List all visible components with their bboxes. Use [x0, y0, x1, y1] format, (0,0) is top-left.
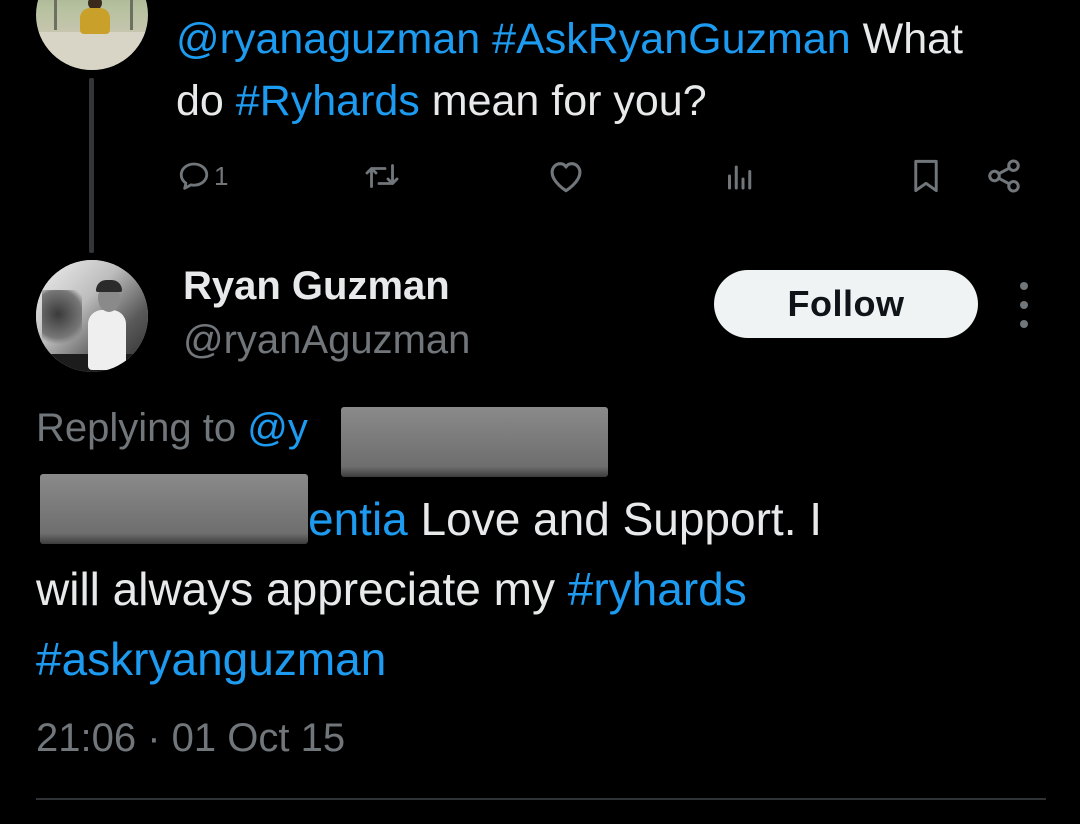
- mention-link[interactable]: @ryanaguzman: [176, 15, 480, 63]
- share-button[interactable]: [984, 150, 1024, 202]
- tweet-text-line: will always appreciate my #ryhards: [36, 554, 1046, 624]
- hashtag-link[interactable]: #ryhards: [568, 563, 747, 615]
- avatar-photo-detail: [54, 0, 57, 30]
- tweet-text-line: #askryanguzman: [36, 624, 1046, 694]
- replying-to-label: Replying to: [36, 406, 248, 450]
- retweet-button[interactable]: [362, 150, 402, 202]
- follow-button[interactable]: Follow: [714, 270, 978, 338]
- reply-icon: [179, 162, 209, 190]
- author-display-name[interactable]: Ryan Guzman: [183, 262, 450, 310]
- tweet-text-segment: will always appreciate my: [36, 563, 568, 615]
- mention-link[interactable]: entia: [308, 493, 408, 545]
- thread-connector-line: [89, 78, 94, 253]
- avatar-photo-detail: [36, 32, 148, 70]
- reply-count: 1: [214, 160, 229, 191]
- more-dots-icon: [1020, 301, 1028, 309]
- tweet-text-segment: Love and Support. I: [407, 493, 823, 545]
- redaction-box: [341, 407, 608, 477]
- hashtag-link[interactable]: #askryanguzman: [36, 633, 386, 685]
- redaction-box: [40, 474, 308, 544]
- author-handle[interactable]: @ryanAguzman: [183, 316, 470, 364]
- tweet-text-segment: do: [176, 77, 236, 125]
- tweet-timestamp[interactable]: 21:06 · 01 Oct 15: [36, 712, 345, 764]
- heart-icon: [550, 162, 582, 193]
- share-icon: [988, 159, 1020, 193]
- author-avatar[interactable]: [36, 260, 148, 372]
- avatar-photo-detail: [96, 280, 122, 292]
- retweet-icon: [365, 164, 399, 188]
- reply-button[interactable]: 1: [176, 150, 228, 202]
- tweet-action-bar: 1: [176, 150, 1028, 202]
- hashtag-link[interactable]: #Ryhards: [236, 77, 420, 125]
- bookmark-icon: [914, 159, 938, 193]
- more-options-button[interactable]: [1006, 282, 1042, 328]
- more-dots-icon: [1020, 282, 1028, 290]
- bookmark-button[interactable]: [908, 150, 944, 202]
- parent-tweet-text: @ryanaguzman #AskRyanGuzman What do #Ryh…: [176, 8, 1046, 132]
- hashtag-link[interactable]: #AskRyanGuzman: [492, 15, 851, 63]
- like-button[interactable]: [546, 150, 586, 202]
- tweet-text-segment: mean for you?: [419, 77, 707, 125]
- parent-avatar[interactable]: [36, 0, 148, 70]
- replying-to-mention[interactable]: @y: [247, 406, 308, 450]
- views-button[interactable]: [722, 150, 758, 202]
- avatar-photo-detail: [88, 310, 126, 370]
- avatar-photo-detail: [42, 290, 82, 350]
- more-dots-icon: [1020, 320, 1028, 328]
- avatar-photo-detail: [130, 0, 133, 30]
- tweet-text-segment: What: [850, 15, 963, 63]
- divider: [36, 798, 1046, 800]
- avatar-photo-detail: [80, 8, 110, 34]
- views-chart-icon: [728, 165, 752, 190]
